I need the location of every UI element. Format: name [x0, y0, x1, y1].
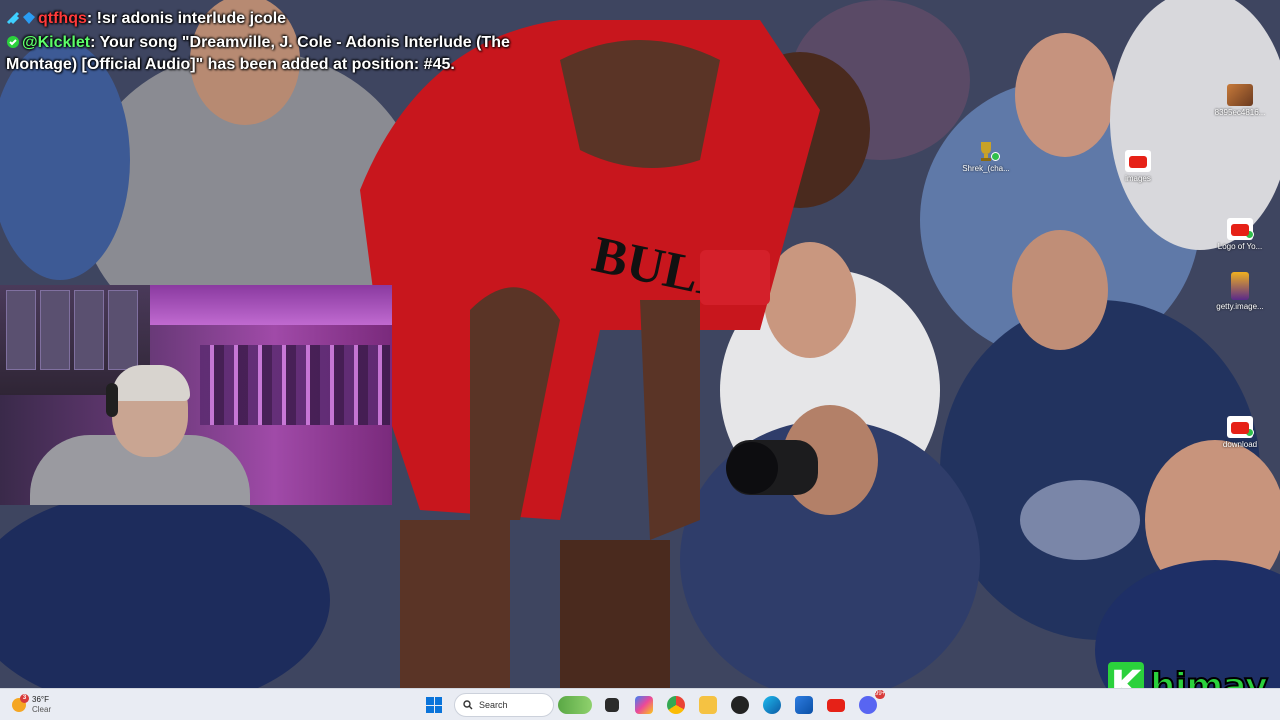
weather-sun-icon: 3 — [12, 694, 29, 712]
webcam-overlay — [0, 285, 392, 505]
chat-username[interactable]: qtfhqs — [38, 10, 87, 27]
taskbar-search[interactable]: Search — [454, 693, 554, 717]
chat-message: qtfhqs: !sr adonis interlude jcole — [6, 8, 526, 30]
taskbar-apps: Search 99+ — [422, 690, 885, 718]
search-highlight-icon[interactable] — [558, 696, 592, 714]
webcam-ceiling — [150, 285, 392, 325]
obs-button[interactable] — [728, 693, 752, 717]
chat-message: @Kicklet: Your song "Dreamville, J. Cole… — [6, 32, 526, 76]
desktop-icon[interactable]: Shrek_(cha... — [952, 140, 1020, 174]
search-placeholder: Search — [479, 700, 508, 710]
edge-icon — [763, 696, 781, 714]
chat-colon: : — [86, 10, 97, 27]
weather-widget[interactable]: 3 36°F Clear — [12, 692, 51, 718]
headphones-icon — [106, 383, 118, 417]
desktop-icon-label: images — [1125, 174, 1151, 183]
desktop-icon-label: getty.image... — [1216, 302, 1264, 311]
desktop-icon[interactable]: download — [1206, 416, 1274, 450]
folder-icon — [699, 696, 717, 714]
youtube-button[interactable] — [824, 693, 848, 717]
poster — [6, 290, 36, 370]
weather-alert-badge: 3 — [20, 694, 29, 703]
image-thumbnail-icon — [1231, 272, 1249, 300]
chat-text: !sr adonis interlude jcole — [96, 10, 287, 27]
chat-colon: : — [90, 34, 100, 51]
store-button[interactable] — [792, 693, 816, 717]
file-explorer-icon — [605, 698, 619, 712]
sync-check-icon — [991, 152, 1000, 161]
sync-check-icon — [1245, 230, 1254, 239]
explorer-button[interactable] — [696, 693, 720, 717]
youtube-icon — [827, 698, 845, 712]
start-button[interactable] — [422, 693, 446, 717]
desktop-icon[interactable]: images — [1104, 150, 1172, 184]
desktop-icon-label: download — [1222, 440, 1258, 449]
desktop-icon-label: Logo of Yo... — [1217, 242, 1263, 251]
chat-username[interactable]: @Kicklet — [22, 34, 90, 51]
edge-button[interactable] — [760, 693, 784, 717]
weather-text: 36°F Clear — [32, 695, 51, 715]
poster — [74, 290, 104, 370]
verified-badge-icon — [6, 10, 20, 25]
youtube-file-icon — [1227, 218, 1254, 240]
image-thumbnail-icon — [1227, 84, 1253, 106]
discord-button[interactable]: 99+ — [856, 690, 885, 717]
trophy-image-icon — [973, 140, 1000, 162]
webcam-shelf — [200, 345, 390, 425]
desktop-icon[interactable]: getty.image... — [1206, 272, 1274, 312]
search-icon — [463, 700, 473, 710]
copilot-button[interactable] — [632, 693, 656, 717]
desktop-icon[interactable]: Logo of Yo... — [1206, 218, 1274, 252]
weather-temp: 36°F — [32, 695, 49, 704]
notification-badge: 99+ — [875, 690, 886, 699]
sync-check-icon — [1245, 428, 1254, 437]
desktop-icon[interactable]: 8395ec4816... — [1206, 84, 1274, 118]
desktop-icon-label: Shrek_(cha... — [962, 164, 1010, 173]
streamer-beanie — [112, 365, 190, 401]
stream-chat-overlay: qtfhqs: !sr adonis interlude jcole @Kick… — [6, 8, 526, 78]
poster — [40, 290, 70, 370]
desktop-icon-label: 8395ec4816... — [1214, 108, 1266, 117]
task-view-button[interactable] — [600, 693, 624, 717]
discord-icon — [859, 696, 877, 714]
windows-logo-icon — [426, 697, 442, 713]
taskbar: 3 36°F Clear Search 99+ — [0, 688, 1280, 720]
chrome-icon — [667, 696, 685, 714]
gem-badge-icon — [22, 10, 36, 24]
poster — [108, 290, 138, 370]
youtube-file-icon — [1125, 150, 1151, 172]
weather-condition: Clear — [32, 705, 52, 714]
copilot-icon — [635, 696, 653, 714]
store-icon — [795, 696, 813, 714]
bot-badge-icon — [6, 34, 20, 48]
chrome-button[interactable] — [664, 693, 688, 717]
obs-icon — [731, 696, 749, 714]
youtube-file-icon — [1227, 416, 1254, 438]
